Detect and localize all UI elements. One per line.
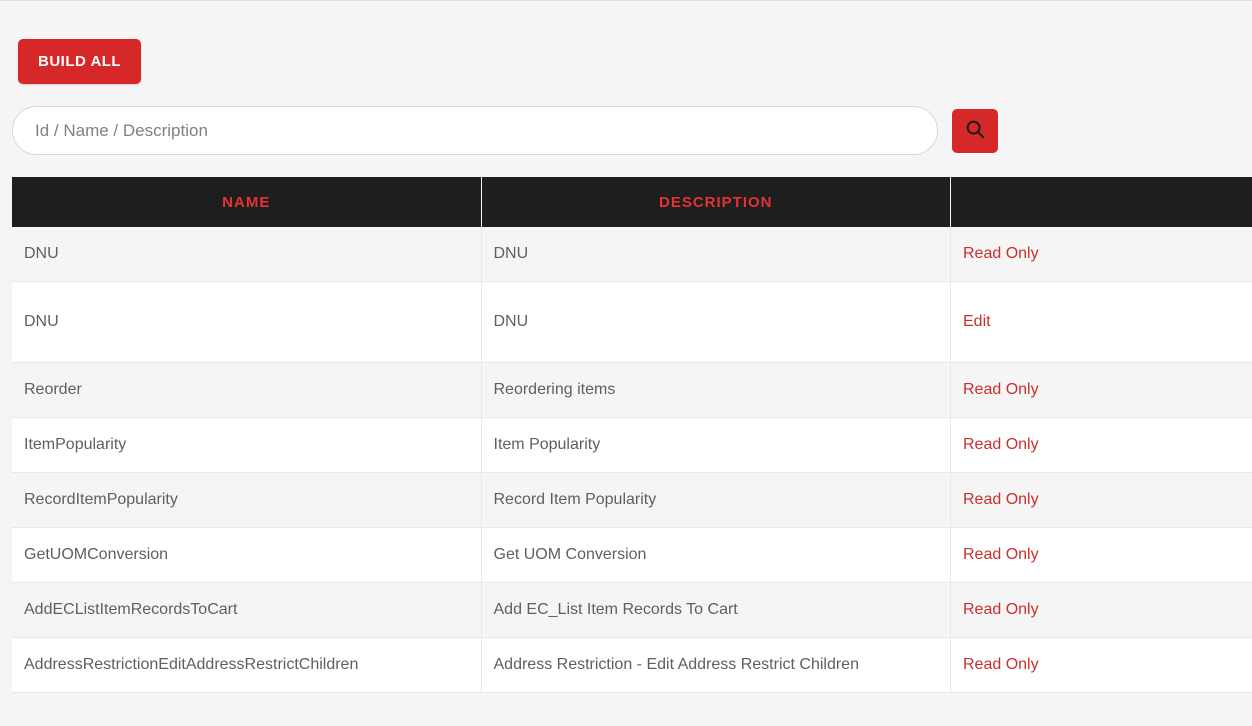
table-row: AddressRestrictionEditAddressRestrictChi…	[12, 638, 1252, 693]
cell-description: DNU	[482, 282, 952, 363]
table-row: ItemPopularityItem Popularity Read Only	[12, 418, 1252, 473]
cell-name: DNU	[12, 282, 482, 363]
cell-action: Read Only	[951, 363, 1252, 418]
build-all-button[interactable]: BUILD ALL	[18, 39, 141, 84]
table-row: DNUDNU Read Only	[12, 227, 1252, 282]
column-header-description[interactable]: DESCRIPTION	[482, 177, 952, 227]
data-table-wrap: NAME DESCRIPTION DNUDNU Read Only DNUDNU Ed…	[0, 177, 1252, 693]
cell-name: AddECListItemRecordsToCart	[12, 583, 482, 638]
cell-description: Record Item Popularity	[482, 473, 952, 528]
cell-description: Add EC_List Item Records To Cart	[482, 583, 952, 638]
search-icon	[964, 118, 986, 143]
cell-name: Reorder	[12, 363, 482, 418]
cell-name: RecordItemPopularity	[12, 473, 482, 528]
search-row	[0, 94, 1252, 177]
cell-description: Item Popularity	[482, 418, 952, 473]
read-only-link[interactable]: Read Only	[963, 491, 1039, 508]
edit-link[interactable]: Edit	[963, 313, 991, 330]
read-only-link[interactable]: Read Only	[963, 601, 1039, 618]
table-row: DNUDNU Edit	[12, 282, 1252, 363]
data-table: NAME DESCRIPTION DNUDNU Read Only DNUDNU Ed…	[12, 177, 1252, 693]
column-header-name[interactable]: NAME	[12, 177, 482, 227]
table-header-row: NAME DESCRIPTION	[12, 177, 1252, 227]
page-root: BUILD ALL NAME DESCRIPTION	[0, 0, 1252, 726]
cell-name: DNU	[12, 227, 482, 282]
read-only-link[interactable]: Read Only	[963, 381, 1039, 398]
cell-name: GetUOMConversion	[12, 528, 482, 583]
search-button[interactable]	[952, 109, 998, 153]
table-row: AddECListItemRecordsToCartAdd EC_List It…	[12, 583, 1252, 638]
cell-name: ItemPopularity	[12, 418, 482, 473]
cell-action: Read Only	[951, 638, 1252, 693]
cell-action: Read Only	[951, 418, 1252, 473]
table-row: ReorderReordering items Read Only	[12, 363, 1252, 418]
search-input[interactable]	[12, 106, 938, 155]
cell-name: AddressRestrictionEditAddressRestrictChi…	[12, 638, 482, 693]
cell-action: Read Only	[951, 473, 1252, 528]
cell-description: Get UOM Conversion	[482, 528, 952, 583]
cell-description: DNU	[482, 227, 952, 282]
table-row: GetUOMConversionGet UOM Conversion Read O…	[12, 528, 1252, 583]
cell-description: Reordering items	[482, 363, 952, 418]
cell-description: Address Restriction - Edit Address Restr…	[482, 638, 952, 693]
toolbar: BUILD ALL	[0, 1, 1252, 94]
cell-action: Read Only	[951, 227, 1252, 282]
table-row: RecordItemPopularityRecord Item Populari…	[12, 473, 1252, 528]
read-only-link[interactable]: Read Only	[963, 546, 1039, 563]
read-only-link[interactable]: Read Only	[963, 245, 1039, 262]
cell-action: Edit	[951, 282, 1252, 363]
cell-action: Read Only	[951, 528, 1252, 583]
cell-action: Read Only	[951, 583, 1252, 638]
read-only-link[interactable]: Read Only	[963, 436, 1039, 453]
read-only-link[interactable]: Read Only	[963, 656, 1039, 673]
column-header-action	[951, 177, 1252, 227]
